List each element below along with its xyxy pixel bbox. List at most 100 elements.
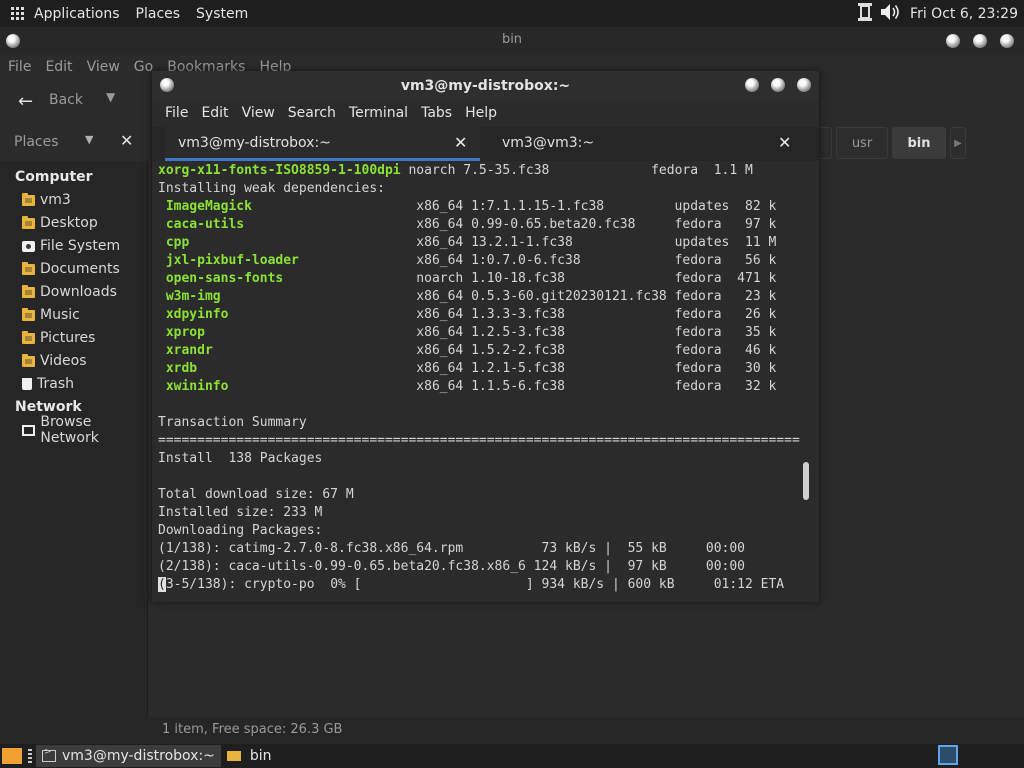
menu-help[interactable]: Help <box>465 105 497 121</box>
taskbar-item-file-manager[interactable]: bin <box>221 745 278 767</box>
sidebar-item-videos[interactable]: Videos <box>22 351 87 371</box>
terminal-line: Installed size: 233 M <box>158 504 322 522</box>
line-text: Install 138 Packages <box>158 451 323 466</box>
terminal-line: xdpyinfo x86_64 1.3.3-3.fc38 fedora 26 k <box>158 306 777 324</box>
menu-view[interactable]: View <box>242 105 275 121</box>
sidebar-item-pictures[interactable]: Pictures <box>22 328 95 348</box>
terminal-line: open-sans-fonts noarch 1.10-18.fc38 fedo… <box>158 270 777 288</box>
terminal-icon <box>42 747 56 762</box>
menu-file[interactable]: File <box>165 105 188 121</box>
file-manager-statusbar: 1 item, Free space: 26.3 GB <box>0 717 1024 744</box>
terminal-line: Downloading Packages: <box>158 522 322 540</box>
network-status-icon[interactable] <box>858 2 873 25</box>
terminal-line: Total download size: 67 M <box>158 486 354 504</box>
terminal-line: (1/138): catimg-2.7.0-8.fc38.x86_64.rpm … <box>158 540 745 558</box>
sidebar-item-trash[interactable]: Trash <box>22 374 74 394</box>
sidebar-mode-select[interactable]: Places <box>14 134 59 150</box>
sidebar-item-music[interactable]: Music <box>22 305 80 325</box>
terminal-line: (2/138): caca-utils-0.99-0.65.beta20.fc3… <box>158 558 745 576</box>
close-button[interactable] <box>797 78 811 92</box>
close-button[interactable] <box>1000 34 1014 48</box>
terminal-scrollbar[interactable] <box>803 462 809 500</box>
line-text: (1/138): catimg-2.7.0-8.fc38.x86_64.rpm … <box>158 541 745 556</box>
terminal-line: xrdb x86_64 1.2.1-5.fc38 fedora 30 k <box>158 360 777 378</box>
volume-icon[interactable] <box>880 3 902 25</box>
taskbar: vm3@my-distrobox:~ bin <box>0 744 1024 768</box>
line-text: ========================================… <box>158 433 800 448</box>
taskbar-item-terminal[interactable]: vm3@my-distrobox:~ <box>36 745 221 767</box>
path-scroll-right-icon[interactable]: ▶ <box>950 127 966 159</box>
line-text: x86_64 1.5.2-2.fc38 fedora 46 k <box>212 343 777 358</box>
terminal-progress-line: (3-5/138): crypto-po 0% [ ] 934 kB/s | 6… <box>158 576 784 594</box>
menu-search[interactable]: Search <box>288 105 336 121</box>
menu-edit[interactable]: Edit <box>201 105 228 121</box>
path-crumb-bin[interactable]: bin <box>892 127 946 159</box>
minimize-button[interactable] <box>946 34 960 48</box>
menu-terminal[interactable]: Terminal <box>349 105 408 121</box>
close-sidebar-icon[interactable]: ✕ <box>120 131 133 150</box>
package-name: jxl-pixbuf-loader <box>158 253 299 268</box>
tab-my-distrobox[interactable]: vm3@my-distrobox:~ ✕ <box>165 127 480 161</box>
back-arrow-icon[interactable]: ← <box>18 91 33 112</box>
top-panel: Applications Places System Fri Oct 6, 23… <box>0 0 1024 27</box>
back-button[interactable]: Back <box>49 92 83 108</box>
terminal-line: ImageMagick x86_64 1:7.1.1.15-1.fc38 upd… <box>158 198 777 216</box>
file-manager-titlebar[interactable]: bin <box>0 27 1024 55</box>
sidebar-item-label: Browse Network <box>40 414 99 446</box>
show-desktop-icon[interactable] <box>2 748 22 764</box>
sidebar-item-documents[interactable]: Documents <box>22 259 120 279</box>
tab-vm3[interactable]: vm3@vm3:~ ✕ <box>489 127 804 161</box>
line-text: x86_64 0.5.3-60.git20230121.fc38 fedora … <box>220 289 777 304</box>
menu-file[interactable]: File <box>8 59 31 75</box>
terminal-line: xrandr x86_64 1.5.2-2.fc38 fedora 46 k <box>158 342 777 360</box>
applications-grid-icon[interactable] <box>11 6 25 21</box>
sidebar-item-vm3[interactable]: vm3 <box>22 190 71 210</box>
menu-go[interactable]: Go <box>134 59 153 75</box>
system-menu[interactable]: System <box>196 6 248 22</box>
sidebar-item-downloads[interactable]: Downloads <box>22 282 117 302</box>
package-name: w3m-img <box>158 289 221 304</box>
package-name: caca-utils <box>158 217 245 232</box>
terminal-line: Install 138 Packages <box>158 450 322 468</box>
menu-view[interactable]: View <box>87 59 120 75</box>
close-tab-icon[interactable]: ✕ <box>778 133 791 152</box>
line-text: x86_64 1.2.1-5.fc38 fedora 30 k <box>197 361 777 376</box>
package-name: ImageMagick <box>158 199 252 214</box>
line-text: 3-5/138): crypto-po 0% [ ] 934 kB/s | 60… <box>165 577 785 592</box>
minimize-button[interactable] <box>745 78 759 92</box>
sidebar-item-desktop[interactable]: Desktop <box>22 213 98 233</box>
clock[interactable]: Fri Oct 6, 23:29 <box>910 6 1018 22</box>
menu-tabs[interactable]: Tabs <box>421 105 452 121</box>
sidebar-item-file-system[interactable]: File System <box>22 236 120 256</box>
package-name: xwininfo <box>158 379 229 394</box>
network-icon <box>22 424 36 436</box>
places-sidebar: Computer vm3 Desktop File System Documen… <box>0 161 148 717</box>
back-history-dropdown-icon[interactable]: ▼ <box>106 90 115 104</box>
path-crumb-usr[interactable]: usr <box>836 127 888 159</box>
terminal-titlebar[interactable]: vm3@my-distrobox:~ <box>152 71 819 101</box>
folder-icon <box>22 307 35 321</box>
terminal-line: cpp x86_64 13.2.1-1.fc38 updates 11 M <box>158 234 777 252</box>
sidebar-item-label: Pictures <box>40 330 96 346</box>
maximize-button[interactable] <box>973 34 987 48</box>
sidebar-mode-dropdown-icon[interactable]: ▼ <box>85 133 93 146</box>
taskbar-handle[interactable] <box>28 749 32 763</box>
terminal-output[interactable]: xorg-x11-fonts-ISO8859-1-100dpi noarch 7… <box>152 161 819 602</box>
line-text: x86_64 1.2.5-3.fc38 fedora 35 k <box>204 325 777 340</box>
sidebar-item-label: Documents <box>40 261 120 277</box>
file-manager-title: bin <box>501 32 523 47</box>
places-menu[interactable]: Places <box>136 6 181 22</box>
maximize-button[interactable] <box>771 78 785 92</box>
terminal-tab-bar: vm3@my-distrobox:~ ✕ vm3@vm3:~ ✕ <box>152 127 819 161</box>
tab-label: vm3@my-distrobox:~ <box>178 135 331 151</box>
taskbar-item-label: vm3@my-distrobox:~ <box>62 748 215 764</box>
line-text: Transaction Summary <box>158 415 307 430</box>
terminal-title: vm3@my-distrobox:~ <box>400 78 571 94</box>
line-text: Installing weak dependencies: <box>158 181 385 196</box>
applications-menu[interactable]: Applications <box>34 6 120 22</box>
close-tab-icon[interactable]: ✕ <box>454 133 467 152</box>
sidebar-item-browse-network[interactable]: Browse Network <box>22 414 147 446</box>
workspace-switcher[interactable] <box>938 745 958 765</box>
menu-edit[interactable]: Edit <box>45 59 72 75</box>
line-text: noarch 1.10-18.fc38 fedora 471 k <box>283 271 777 286</box>
